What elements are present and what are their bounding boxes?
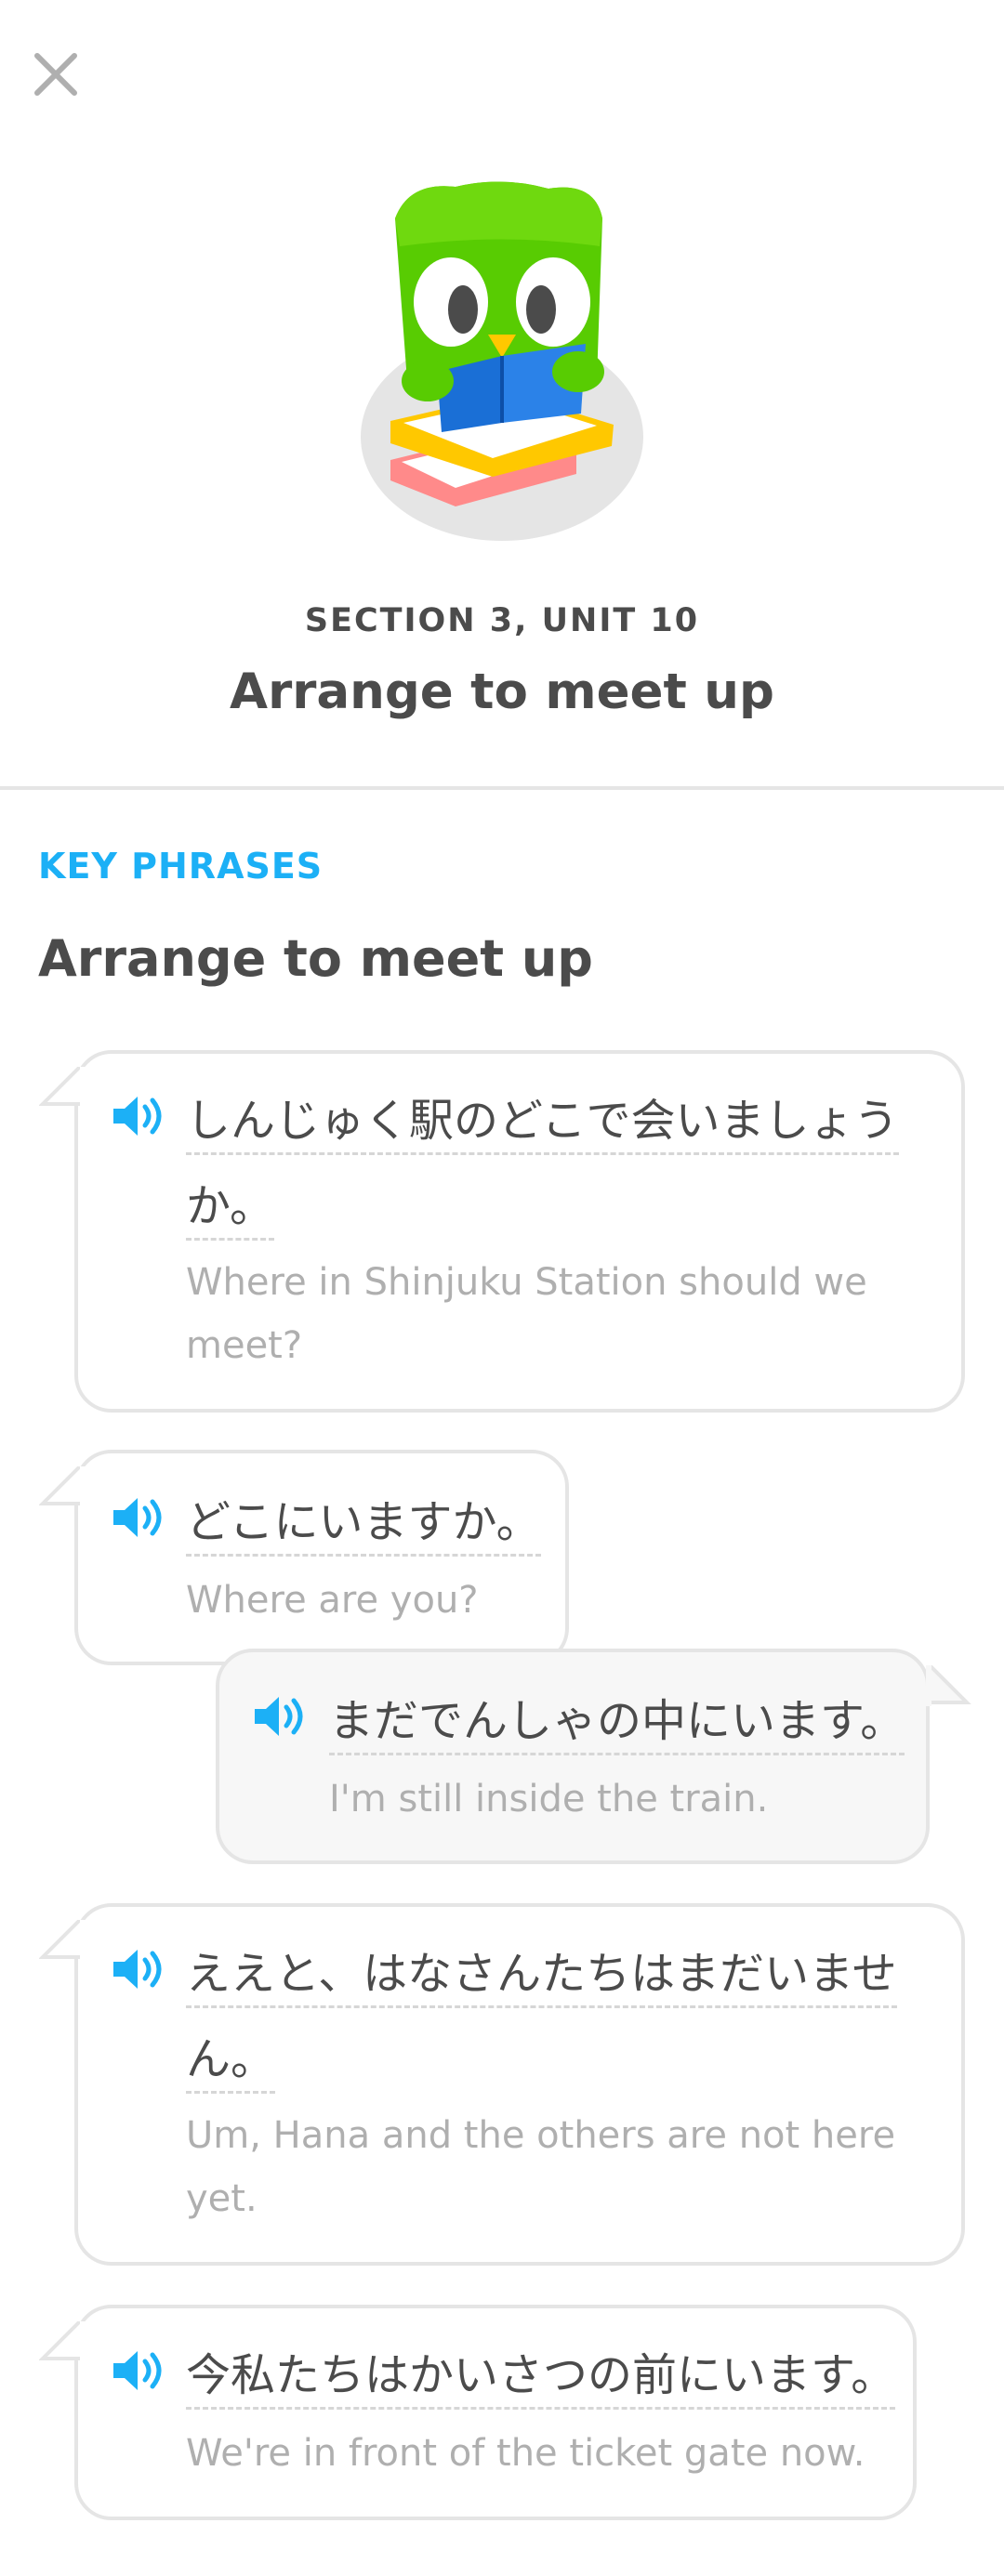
- lesson-header: SECTION 3, UNIT 10 Arrange to meet up: [0, 0, 1004, 786]
- speaker-button[interactable]: [110, 1494, 167, 1541]
- phrase-translation: I'm still inside the train.: [329, 1768, 768, 1831]
- speaker-button[interactable]: [110, 2347, 167, 2394]
- owl-reading-illustration: [361, 181, 643, 541]
- phrase-translation: We're in front of the ticket gate now.: [186, 2422, 865, 2485]
- key-phrases-title: Arrange to meet up: [38, 929, 593, 988]
- phrase-japanese[interactable]: どこにいますか。: [186, 1479, 541, 1565]
- phrase-japanese-line[interactable]: か。: [186, 1180, 275, 1241]
- phrase-japanese-line[interactable]: まだでんしゃの中にいます。: [329, 1695, 905, 1755]
- phrase-translation-line: I'm still inside the train.: [329, 1778, 769, 1820]
- phrase-translation-line: yet.: [186, 2177, 258, 2220]
- speaker-icon: [113, 1950, 162, 1989]
- phrase-japanese[interactable]: 今私たちはかいさつの前にいます。: [186, 2333, 896, 2418]
- phrase-translation: Where are you?: [186, 1569, 479, 1632]
- phrase-japanese[interactable]: まだでんしゃの中にいます。: [329, 1678, 905, 1764]
- phrase-japanese-line[interactable]: しんじゅく駅のどこで会いましょう: [186, 1095, 899, 1155]
- phrase-japanese-line[interactable]: ん。: [186, 2033, 276, 2094]
- bubble-tail-right: [926, 1665, 971, 1706]
- bubble-tail: [39, 1466, 86, 1507]
- phrase-japanese[interactable]: しんじゅく駅のどこで会いましょう か。: [186, 1078, 899, 1249]
- section-label: SECTION 3, UNIT 10: [304, 602, 700, 639]
- phrase-japanese-line[interactable]: 今私たちはかいさつの前にいます。: [186, 2349, 896, 2410]
- phrase-translation-line: meet?: [186, 1324, 303, 1367]
- speaker-icon: [113, 1097, 162, 1136]
- unit-title: Arrange to meet up: [230, 664, 774, 720]
- close-icon: [34, 53, 77, 96]
- header-divider: [0, 786, 1004, 790]
- speaker-button[interactable]: [110, 1946, 167, 1992]
- bubble-tail: [39, 2321, 86, 2362]
- phrase-japanese[interactable]: ええと、はなさんたちはまだいませ ん。: [186, 1931, 897, 2102]
- phrase-translation-line: Um, Hana and the others are not here: [186, 2114, 896, 2157]
- key-phrases-label: KEY PHRASES: [38, 846, 324, 887]
- phrase-japanese-line[interactable]: どこにいますか。: [186, 1496, 541, 1557]
- phrase-translation-line: Where in Shinjuku Station should we: [186, 1261, 867, 1304]
- phrase-translation-line: Where are you?: [186, 1579, 479, 1622]
- speaker-icon: [113, 2351, 162, 2390]
- close-button[interactable]: [28, 46, 84, 102]
- phrase-translation-line: We're in front of the ticket gate now.: [186, 2432, 865, 2475]
- bubble-tail: [39, 1920, 86, 1961]
- phrase-translation: Um, Hana and the others are not here yet…: [186, 2104, 895, 2230]
- phrase-translation: Where in Shinjuku Station should we meet…: [186, 1251, 867, 1377]
- bubble-tail: [39, 1067, 86, 1108]
- speaker-button[interactable]: [110, 1093, 167, 1139]
- speaker-button[interactable]: [251, 1693, 309, 1740]
- speaker-icon: [255, 1697, 303, 1736]
- speaker-icon: [113, 1498, 162, 1537]
- phrase-japanese-line[interactable]: ええと、はなさんたちはまだいませ: [186, 1948, 897, 2008]
